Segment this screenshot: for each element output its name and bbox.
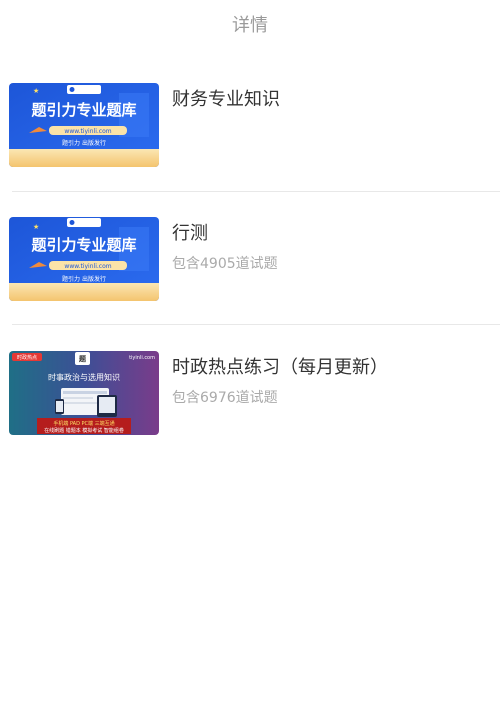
svg-text:★: ★ bbox=[33, 87, 39, 95]
divider bbox=[12, 191, 500, 192]
page-title: 详情 bbox=[232, 15, 268, 36]
thumb-banner-line2: 在线刷题 错题本 模拟考试 智能组卷 bbox=[44, 427, 124, 434]
svg-text:★: ★ bbox=[33, 223, 39, 231]
thumb-tagline: 题引力 出版发行 bbox=[62, 275, 106, 283]
divider bbox=[12, 324, 500, 325]
thumb-banner-line1: 手机端 PAD PC端 三端互通 bbox=[53, 420, 114, 427]
thumb-badge: 时政热点 bbox=[17, 354, 37, 361]
list-item[interactable]: ★ 题引力专业题库 www.tiyinli.com 题引力 出版发行 财务专业知… bbox=[0, 83, 500, 183]
item-title: 时政热点练习（每月更新） bbox=[172, 357, 388, 378]
thumb-headline: 题引力专业题库 bbox=[31, 236, 136, 254]
thumb-url: www.tiyinli.com bbox=[64, 128, 111, 135]
svg-text:题: 题 bbox=[78, 354, 87, 363]
thumb-tagline: 题引力 出版发行 bbox=[62, 139, 106, 147]
course-thumbnail: ★ 题引力专业题库 www.tiyinli.com 题引力 出版发行 bbox=[9, 217, 159, 301]
item-title: 财务专业知识 bbox=[172, 89, 280, 110]
list-item[interactable]: ★ 题引力专业题库 www.tiyinli.com 题引力 出版发行 行测 包含… bbox=[0, 217, 500, 317]
list-item[interactable]: 时政热点 题 tiyinli.com 时事政治与选用知识 手机端 PAD PC端… bbox=[0, 351, 500, 451]
thumb-headline: 时事政治与选用知识 bbox=[48, 372, 120, 382]
thumb-url: www.tiyinli.com bbox=[64, 263, 111, 270]
thumb-site: tiyinli.com bbox=[129, 355, 155, 361]
thumb-headline: 题引力专业题库 bbox=[31, 101, 136, 119]
item-title: 行测 bbox=[172, 223, 208, 244]
course-thumbnail: 时政热点 题 tiyinli.com 时事政治与选用知识 手机端 PAD PC端… bbox=[9, 351, 159, 435]
item-question-count: 包含6976道试题 bbox=[172, 390, 278, 406]
item-question-count: 包含4905道试题 bbox=[172, 256, 278, 272]
course-thumbnail: ★ 题引力专业题库 www.tiyinli.com 题引力 出版发行 bbox=[9, 83, 159, 167]
